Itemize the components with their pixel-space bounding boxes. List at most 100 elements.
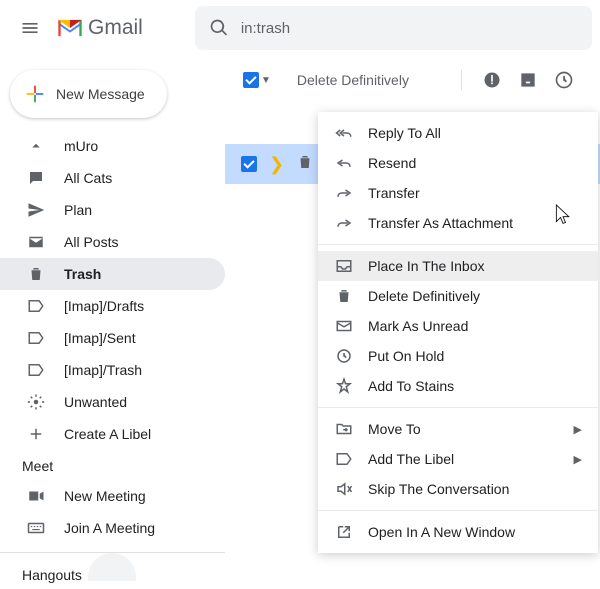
sidebar-item-label: Create A Libel	[64, 426, 151, 442]
context-menu-divider	[318, 244, 598, 245]
context-menu-item-3[interactable]: Transfer As Attachment	[318, 208, 598, 238]
snooze-button[interactable]	[554, 70, 574, 90]
label-icon	[334, 449, 354, 469]
meet-item-1[interactable]: Join A Meeting	[0, 512, 225, 544]
sidebar-item-label: [Imap]/Trash	[64, 362, 142, 378]
sidebar-item-label: All Posts	[64, 234, 118, 250]
context-menu-item-12[interactable]: Add The Libel ▶	[318, 444, 598, 474]
video-icon	[26, 486, 46, 506]
label-icon	[26, 296, 46, 316]
label-icon	[26, 328, 46, 348]
context-menu-label: Transfer	[368, 185, 420, 201]
mail-icon	[26, 232, 46, 252]
sidebar-item-label: All Cats	[64, 170, 112, 186]
inbox-icon	[334, 256, 354, 276]
reply-all-icon	[334, 123, 354, 143]
sidebar-item-label: [Imap]/Sent	[64, 330, 136, 346]
open-new-icon	[334, 522, 354, 542]
sidebar: New Message mUro All Cats Plan All Posts Tra…	[0, 56, 225, 589]
context-menu-item-7[interactable]: Mark As Unread	[318, 311, 598, 341]
chevron-up-icon	[26, 136, 46, 156]
spam-button[interactable]	[482, 70, 502, 90]
checkbox-icon	[243, 72, 259, 88]
plus-icon	[26, 424, 46, 444]
plus-icon	[24, 83, 46, 105]
meet-section-title: Meet	[0, 450, 225, 480]
context-menu-item-5[interactable]: Place In The Inbox	[318, 251, 598, 281]
sidebar-item-0[interactable]: mUro	[0, 130, 225, 162]
sidebar-item-9[interactable]: Create A Libel	[0, 418, 225, 450]
sidebar-item-label: Unwanted	[64, 394, 127, 410]
send-icon	[26, 200, 46, 220]
sidebar-item-label: mUro	[64, 138, 98, 154]
context-menu-label: Place In The Inbox	[368, 258, 484, 274]
meet-item-label: Join A Meeting	[64, 520, 155, 536]
search-bar[interactable]	[195, 6, 592, 50]
sidebar-item-label: [Imap]/Drafts	[64, 298, 144, 314]
context-menu-label: Reply To All	[368, 125, 441, 141]
main-menu-button[interactable]	[8, 6, 52, 50]
context-menu-item-11[interactable]: Move To▶	[318, 414, 598, 444]
forward-icon	[334, 183, 354, 203]
trash-icon	[334, 286, 354, 306]
importance-marker-icon[interactable]: ❯	[269, 154, 284, 175]
sidebar-item-3[interactable]: All Posts	[0, 226, 225, 258]
mute-icon	[334, 479, 354, 499]
context-menu-item-8[interactable]: Put On Hold	[318, 341, 598, 371]
context-menu-label: Delete Definitively	[368, 288, 480, 304]
chevron-down-icon[interactable]: ▼	[261, 75, 271, 86]
chat-icon	[26, 168, 46, 188]
star-add-icon	[334, 376, 354, 396]
context-menu-label: Skip The Conversation	[368, 481, 509, 497]
context-menu-item-0[interactable]: Reply To All	[318, 118, 598, 148]
context-menu-label: Put On Hold	[368, 348, 444, 364]
context-menu-item-9[interactable]: Add To Stains	[318, 371, 598, 401]
sidebar-item-8[interactable]: Unwanted	[0, 386, 225, 418]
folder-move-icon	[334, 419, 354, 439]
hangouts-fab[interactable]	[88, 553, 136, 581]
sidebar-item-6[interactable]: [Imap]/Sent	[0, 322, 225, 354]
gmail-text: Gmail	[88, 16, 143, 40]
sidebar-item-label: Trash	[64, 266, 101, 282]
context-menu-label: Mark As Unread	[368, 318, 468, 334]
sidebar-item-4[interactable]: Trash	[0, 258, 225, 290]
label-icon	[26, 360, 46, 380]
search-icon	[209, 18, 229, 38]
select-all-checkbox[interactable]: ▼	[243, 72, 271, 88]
compose-button[interactable]: New Message	[10, 70, 167, 118]
main-area: ▼ Delete Definitively L ❯ Reply To AllRe…	[225, 56, 600, 589]
submenu-arrow-icon: ▶	[574, 453, 582, 466]
context-menu-label: Open In A New Window	[368, 524, 515, 540]
toolbar: ▼ Delete Definitively	[225, 56, 600, 104]
context-menu-item-2[interactable]: Transfer	[318, 178, 598, 208]
meet-item-0[interactable]: New Meeting	[0, 480, 225, 512]
search-input[interactable]	[241, 20, 578, 37]
context-menu-label: Move To	[368, 421, 421, 437]
context-menu-divider	[318, 407, 598, 408]
sidebar-item-5[interactable]: [Imap]/Drafts	[0, 290, 225, 322]
sidebar-item-1[interactable]: All Cats	[0, 162, 225, 194]
context-menu-item-13[interactable]: Skip The Conversation	[318, 474, 598, 504]
mail-unread-icon	[334, 316, 354, 336]
toolbar-action[interactable]: Delete Definitively	[297, 72, 409, 88]
row-checkbox[interactable]	[241, 156, 257, 172]
sidebar-item-label: Plan	[64, 202, 92, 218]
move-inbox-button[interactable]	[518, 70, 538, 90]
spam-icon	[482, 70, 502, 90]
context-menu-label: Add The Libel	[368, 451, 454, 467]
hamburger-icon	[20, 18, 40, 38]
gmail-logo[interactable]: Gmail	[56, 16, 143, 40]
sidebar-item-7[interactable]: [Imap]/Trash	[0, 354, 225, 386]
inbox-icon	[518, 70, 538, 90]
compose-label: New Message	[56, 86, 145, 102]
context-menu-item-6[interactable]: Delete Definitively	[318, 281, 598, 311]
gmail-m-icon	[56, 17, 84, 39]
toolbar-divider	[461, 70, 462, 90]
forward-icon	[334, 213, 354, 233]
context-menu-item-15[interactable]: Open In A New Window	[318, 517, 598, 547]
context-menu-item-1[interactable]: Resend	[318, 148, 598, 178]
trash-icon	[26, 264, 46, 284]
sidebar-item-2[interactable]: Plan	[0, 194, 225, 226]
keyboard-icon	[26, 518, 46, 538]
reply-icon	[334, 153, 354, 173]
